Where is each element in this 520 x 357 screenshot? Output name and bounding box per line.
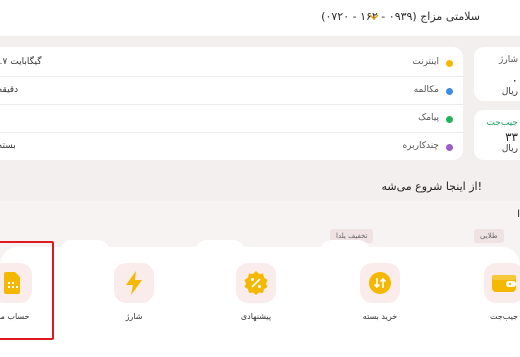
usage-row-multiuser[interactable]: چندکاربره ۰ بسته — [0, 133, 463, 161]
feature-label: خرید بسته — [362, 312, 398, 321]
feature-label: شارژ — [125, 312, 143, 321]
usage-value: ۱۰.۷ گیگابایت — [0, 57, 42, 67]
usage-label: چندکاربره — [402, 141, 439, 151]
usage-label: مکالمه — [413, 85, 439, 95]
wallet-icon — [484, 263, 520, 303]
usage-value: ۰ بسته — [0, 141, 16, 151]
usage-label: اینترنت — [412, 57, 439, 67]
usage-row-internet[interactable]: اینترنت ۱۰.۷ گیگابایت — [0, 49, 463, 77]
sms-dot-icon — [446, 116, 453, 123]
sim-selector-label[interactable]: سلامتی مزاج (۰۹۳۹ - ۱۶۲ - ۰۷۲۰) — [321, 10, 480, 23]
wallet-balance-card[interactable]: جیب‌جت ۳۳ ریال — [474, 110, 520, 160]
tab-bump — [195, 240, 245, 252]
feature-charge[interactable]: شارژ — [106, 263, 162, 335]
usage-row-calls[interactable]: مکالمه ۰ دقیقه — [0, 77, 463, 105]
section-title: از اینجا شروع می‌شه! — [381, 180, 482, 193]
calls-dot-icon — [446, 88, 453, 95]
card-title: شارژ — [499, 55, 518, 65]
card-unit: ریال — [501, 144, 518, 154]
usage-value: ۰ دقیقه — [0, 85, 19, 95]
feature-label: جیب‌جت — [489, 312, 518, 321]
multiuser-dot-icon — [446, 144, 453, 151]
usage-row-sms[interactable]: پیامک ۰ — [0, 105, 463, 133]
feature-label: پیشنهادی — [240, 312, 272, 321]
card-unit: ریال — [501, 87, 518, 97]
charge-balance-card[interactable]: شارژ ۰ ریال — [474, 47, 520, 101]
card-amount: ۳۳ — [505, 130, 518, 144]
feature-wallet[interactable]: جیب‌جت — [476, 263, 520, 335]
lightning-icon — [114, 263, 154, 303]
tab-bump — [320, 240, 370, 252]
chevron-down-icon[interactable] — [368, 11, 380, 23]
internet-dot-icon — [446, 60, 453, 67]
package-icon — [360, 263, 400, 303]
discount-badge-icon — [236, 263, 276, 303]
tab-bump — [60, 240, 110, 252]
usage-card: اینترنت ۱۰.۷ گیگابایت مکالمه ۰ دقیقه پیا… — [0, 47, 463, 160]
card-amount: ۰ — [511, 73, 518, 87]
top-bar: سلامتی مزاج (۰۹۳۹ - ۱۶۲ - ۰۷۲۰) — [0, 0, 520, 36]
usage-label: پیامک — [418, 113, 439, 123]
card-title: جیب‌جت — [486, 118, 518, 128]
golden-tag: طلایی — [474, 229, 504, 243]
feature-buy-package[interactable]: خرید بسته — [352, 263, 408, 335]
highlight-frame — [0, 241, 54, 340]
feature-suggested[interactable]: پیشنهادی — [228, 263, 284, 335]
